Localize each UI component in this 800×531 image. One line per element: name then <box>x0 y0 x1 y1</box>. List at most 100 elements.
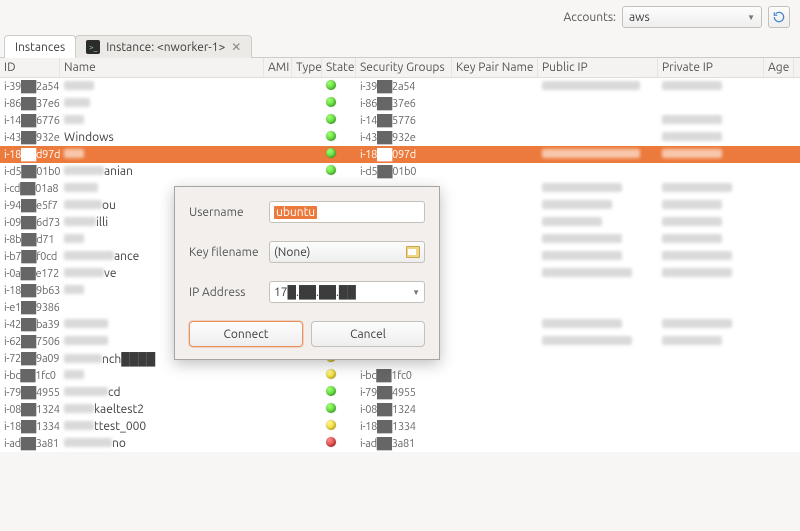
col-priv[interactable]: Private IP <box>658 58 764 77</box>
cell-age <box>764 443 794 445</box>
ip-dropdown[interactable]: 17█.██.██.██ ▼ <box>269 281 425 303</box>
connect-button[interactable]: Connect <box>189 321 303 347</box>
cell-type <box>292 426 322 428</box>
ip-value: 17█.██.██.██ <box>274 285 356 299</box>
state-dot-icon <box>326 420 336 430</box>
col-sg[interactable]: Security Groups <box>356 58 452 77</box>
cell-private-ip <box>658 249 764 264</box>
state-dot-icon <box>326 369 336 379</box>
cell-public-ip <box>538 103 658 105</box>
cell-public-ip <box>538 334 658 349</box>
keyfile-picker[interactable]: (None) <box>269 241 425 263</box>
table-row[interactable]: i-79██4955cdi-79██4955 <box>0 384 800 401</box>
cell-state <box>322 402 356 417</box>
grid-header: ID Name AMI Type State Security Groups K… <box>0 58 800 78</box>
cell-type <box>292 171 322 173</box>
col-id[interactable]: ID <box>0 58 60 77</box>
cell-private-ip <box>658 426 764 428</box>
table-row[interactable]: i-18██d97di-18██097d <box>0 146 800 163</box>
col-kp[interactable]: Key Pair Name <box>452 58 538 77</box>
table-row[interactable]: i-39██2a54 i-39██2a54 <box>0 78 800 95</box>
cell-age <box>764 154 794 156</box>
cell-id: i-62██7506 <box>0 335 60 349</box>
cell-id: i-39██2a54 <box>0 80 60 94</box>
cell-id: i-8b██d71 <box>0 233 60 247</box>
state-dot-icon <box>326 403 336 413</box>
cell-kp <box>452 222 538 224</box>
table-row[interactable]: i-18██1334ttest_000i-18██1334 <box>0 418 800 435</box>
cell-id: i-0a██e172 <box>0 267 60 281</box>
cell-id: i-79██4955 <box>0 386 60 400</box>
table-row[interactable]: i-43██932eWindowsi-43██932e <box>0 129 800 146</box>
table-row[interactable]: i-bc██1fc0i-bc██1fc0 <box>0 367 800 384</box>
cell-age <box>764 375 794 377</box>
cell-age <box>764 409 794 411</box>
cell-type <box>292 409 322 411</box>
cell-public-ip <box>538 147 658 162</box>
cell-kp <box>452 290 538 292</box>
close-icon[interactable]: ✕ <box>231 40 241 54</box>
col-state[interactable]: State <box>322 58 356 77</box>
cell-ami <box>264 86 292 88</box>
keyfile-label: Key filename <box>189 246 269 259</box>
cell-kp <box>452 103 538 105</box>
cell-public-ip <box>538 215 658 230</box>
refresh-button[interactable] <box>768 6 790 28</box>
cell-public-ip <box>538 171 658 173</box>
state-dot-icon <box>326 165 336 175</box>
cell-name: anian <box>60 164 264 179</box>
cell-public-ip <box>538 443 658 445</box>
col-age[interactable]: Age <box>764 58 794 77</box>
cell-sg: i-39██2a54 <box>356 80 452 94</box>
cell-kp <box>452 409 538 411</box>
cell-state <box>322 113 356 128</box>
cell-public-ip <box>538 409 658 411</box>
state-dot-icon <box>326 148 336 158</box>
cell-id: i-86██37e6 <box>0 97 60 111</box>
username-input[interactable]: ubuntu <box>269 201 425 223</box>
table-row[interactable]: i-86██37e6i-86██37e6 <box>0 95 800 112</box>
table-row[interactable]: i-d5██01b0aniani-d5██01b0 <box>0 163 800 180</box>
col-type[interactable]: Type <box>292 58 322 77</box>
cell-private-ip <box>658 409 764 411</box>
cell-private-ip <box>658 79 764 94</box>
cell-name: no <box>60 436 264 451</box>
accounts-label: Accounts: <box>564 11 616 24</box>
cell-sg: i-79██4955 <box>356 386 452 400</box>
tab-instances[interactable]: Instances <box>4 35 76 58</box>
cell-public-ip <box>538 232 658 247</box>
cell-id: i-18██d97d <box>0 148 60 162</box>
col-pub[interactable]: Public IP <box>538 58 658 77</box>
cell-private-ip <box>658 307 764 309</box>
table-row[interactable]: i-14██6776i-14██5776 <box>0 112 800 129</box>
cell-sg: i-bc██1fc0 <box>356 369 452 383</box>
cell-type <box>292 120 322 122</box>
cell-public-ip <box>538 375 658 377</box>
cell-ami <box>264 426 292 428</box>
cancel-button[interactable]: Cancel <box>311 321 425 347</box>
cell-type <box>292 375 322 377</box>
col-name[interactable]: Name <box>60 58 264 77</box>
cell-age <box>764 222 794 224</box>
state-dot-icon <box>326 97 336 107</box>
table-row[interactable]: i-08██1324kaeltest2i-08██1324 <box>0 401 800 418</box>
cell-id: i-18██1334 <box>0 420 60 434</box>
cell-kp <box>452 392 538 394</box>
cell-public-ip <box>538 307 658 309</box>
tab-instance-detail[interactable]: >_ Instance: <nworker-1> ✕ <box>75 35 252 58</box>
cell-kp <box>452 188 538 190</box>
col-ami[interactable]: AMI <box>264 58 292 77</box>
cell-private-ip <box>658 443 764 445</box>
cell-age <box>764 426 794 428</box>
tab-instance-detail-label: Instance: <nworker-1> <box>106 41 225 54</box>
accounts-value: aws <box>629 11 650 24</box>
table-row[interactable]: i-ad██3a81noi-ad██3a81 <box>0 435 800 452</box>
cell-ami <box>264 171 292 173</box>
cell-public-ip <box>538 79 658 94</box>
cell-type <box>292 392 322 394</box>
cell-sg: i-18██1334 <box>356 420 452 434</box>
cell-private-ip <box>658 181 764 196</box>
accounts-dropdown[interactable]: aws ▼ <box>622 6 762 28</box>
state-dot-icon <box>326 386 336 396</box>
folder-icon <box>406 246 420 258</box>
